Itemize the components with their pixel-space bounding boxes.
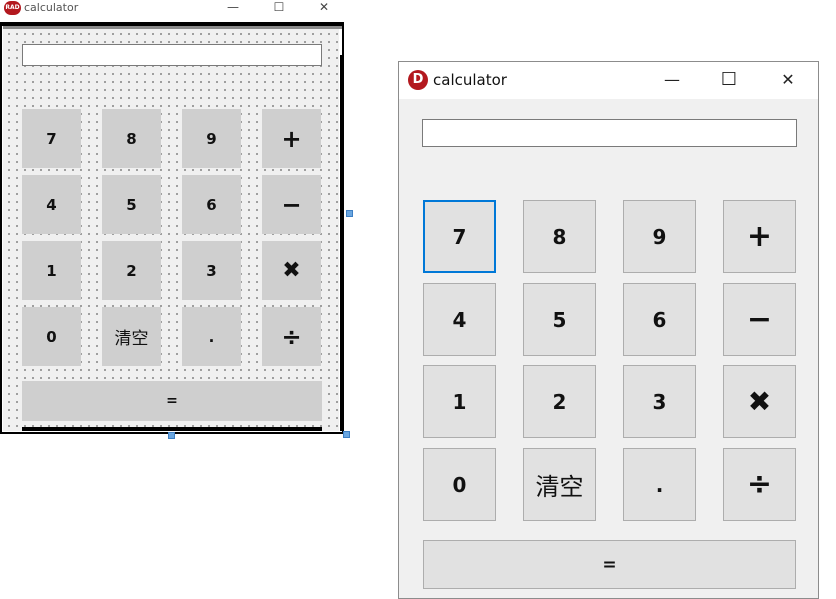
button-dot[interactable]: .	[623, 448, 696, 521]
resize-handle-right[interactable]	[346, 210, 353, 217]
close-icon[interactable]: ✕	[314, 0, 334, 16]
designer-display-field[interactable]	[22, 44, 322, 66]
maximize-icon[interactable]: ☐	[706, 62, 752, 99]
designer-button-7[interactable]: 7	[22, 109, 81, 168]
button-minus[interactable]: −	[723, 283, 796, 356]
resize-handle-bottom[interactable]	[168, 432, 175, 439]
designer-button-divide[interactable]: ÷	[262, 307, 321, 366]
display-field[interactable]	[422, 119, 797, 147]
designer-form-top-edge	[3, 26, 342, 29]
designer-titlebar: RAD calculator — ☐ ✕	[0, 0, 344, 16]
designer-button-8[interactable]: 8	[102, 109, 161, 168]
window-title: calculator	[433, 71, 507, 89]
button-3[interactable]: 3	[623, 365, 696, 438]
button-9[interactable]: 9	[623, 200, 696, 273]
button-5[interactable]: 5	[523, 283, 596, 356]
designer-button-dot[interactable]: .	[182, 307, 241, 366]
button-divide[interactable]: ÷	[723, 448, 796, 521]
button-multiply[interactable]: ✖	[723, 365, 796, 438]
designer-button-1[interactable]: 1	[22, 241, 81, 300]
designer-button-5[interactable]: 5	[102, 175, 161, 234]
calculator-window: D calculator — ☐ ✕ 7 8 9 + 4 5 6 − 1 2 3…	[398, 61, 819, 599]
designer-button-2[interactable]: 2	[102, 241, 161, 300]
designer-button-6[interactable]: 6	[182, 175, 241, 234]
button-2[interactable]: 2	[523, 365, 596, 438]
designer-form-window: RAD calculator — ☐ ✕ 7 8 9 + 4 5 6 − 1 2…	[0, 0, 353, 439]
rad-logo-icon: RAD	[4, 1, 21, 15]
button-6[interactable]: 6	[623, 283, 696, 356]
button-clear[interactable]: 清空	[523, 448, 596, 521]
minimize-icon[interactable]: —	[649, 62, 695, 99]
designer-button-minus[interactable]: −	[262, 175, 321, 234]
minimize-icon[interactable]: —	[223, 0, 243, 16]
app-logo-icon: D	[408, 70, 428, 90]
designer-button-clear[interactable]: 清空	[102, 307, 161, 366]
designer-button-9[interactable]: 9	[182, 109, 241, 168]
button-7[interactable]: 7	[423, 200, 496, 273]
designer-bottom-bar	[22, 427, 322, 431]
window-titlebar[interactable]: D calculator — ☐ ✕	[399, 62, 818, 99]
designer-button-equals[interactable]: =	[22, 381, 322, 421]
designer-button-multiply[interactable]: ✖	[262, 241, 321, 300]
button-8[interactable]: 8	[523, 200, 596, 273]
button-plus[interactable]: +	[723, 200, 796, 273]
designer-button-4[interactable]: 4	[22, 175, 81, 234]
button-4[interactable]: 4	[423, 283, 496, 356]
designer-button-plus[interactable]: +	[262, 109, 321, 168]
designer-title: calculator	[24, 1, 79, 14]
maximize-icon[interactable]: ☐	[269, 0, 289, 16]
close-icon[interactable]: ✕	[765, 62, 811, 99]
button-equals[interactable]: =	[423, 540, 796, 589]
designer-button-3[interactable]: 3	[182, 241, 241, 300]
designer-button-0[interactable]: 0	[22, 307, 81, 366]
button-0[interactable]: 0	[423, 448, 496, 521]
designer-form-right-edge	[340, 55, 342, 431]
button-1[interactable]: 1	[423, 365, 496, 438]
resize-handle-corner[interactable]	[343, 431, 350, 438]
